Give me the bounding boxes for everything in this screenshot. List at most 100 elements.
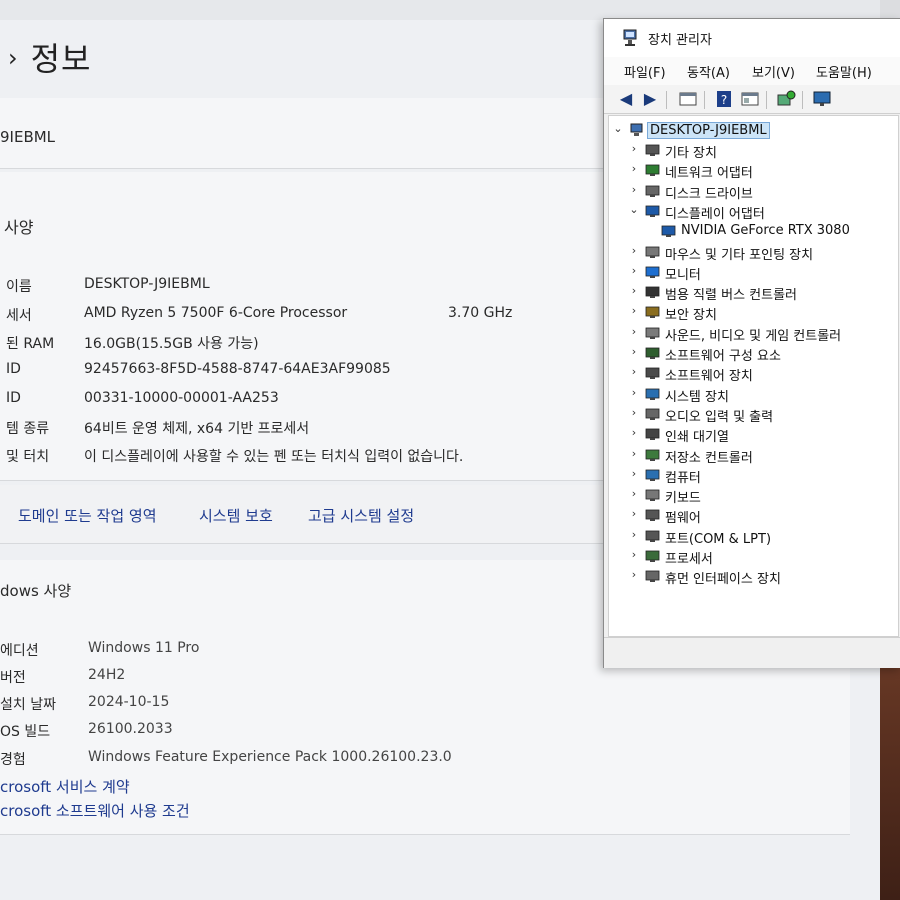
device-manager-icon — [623, 29, 637, 46]
spec-value: AMD Ryzen 5 7500F 6-Core Processor — [84, 305, 348, 321]
device-manager-titlebar[interactable]: 장치 관리자 — [604, 19, 900, 57]
help-icon[interactable]: ? — [714, 89, 734, 109]
tree-category-item[interactable]: › 펌웨어 — [609, 505, 898, 526]
windows-spec-value: 26100.2033 — [88, 721, 173, 737]
chevron-right-icon[interactable]: › — [629, 244, 639, 257]
device-tree[interactable]: ⌄ DESKTOP-J9IEBML › 기타 장치 › 네트워크 어댑터 › 디스크 드라… — [608, 115, 899, 637]
tree-item-label: 네트워크 어댑터 — [665, 166, 753, 182]
chevron-right-icon[interactable]: › — [629, 467, 639, 480]
chevron-right-icon[interactable]: › — [629, 325, 639, 338]
tree-category-item[interactable]: › 인쇄 대기열 — [609, 424, 898, 446]
tree-category-item[interactable]: › 저장소 컨트롤러 — [609, 445, 898, 466]
chevron-right-icon[interactable]: › — [629, 507, 639, 520]
mouse-icon — [645, 246, 660, 258]
scan-hardware-icon[interactable] — [776, 89, 796, 109]
chevron-down-icon[interactable]: ⌄ — [613, 122, 623, 135]
tree-category-item[interactable]: › 네트워크 어댑터 — [609, 160, 898, 182]
tree-category-item[interactable]: › 디스크 드라이브 — [609, 181, 898, 202]
tree-category-item[interactable]: › 컴퓨터 — [609, 465, 898, 486]
system-protection-link[interactable]: 시스템 보호 — [199, 505, 273, 526]
tree-category-item[interactable]: › 프로세서 — [609, 546, 898, 567]
monitor-device-icon[interactable] — [812, 89, 832, 109]
tree-category-item[interactable]: › 사운드, 비디오 및 게임 컨트롤러 — [609, 323, 898, 344]
page-title: › 정보 — [8, 34, 92, 80]
toolbar: ◀ ▶ ? — [604, 85, 900, 114]
properties-pane-icon[interactable] — [678, 89, 698, 109]
tree-item-label: 마우스 및 기타 포인팅 장치 — [665, 247, 814, 263]
chevron-right-icon[interactable]: › — [629, 568, 639, 581]
tree-category-item[interactable]: › 보안 장치 — [609, 302, 898, 323]
chevron-right-icon[interactable]: › — [629, 304, 639, 317]
firmware-icon — [645, 509, 660, 522]
chevron-right-icon[interactable]: › — [629, 426, 639, 439]
tree-item-label: 디스크 드라이브 — [665, 186, 753, 202]
toolbar-separator — [704, 91, 705, 109]
chevron-right-icon[interactable]: › — [629, 386, 639, 399]
device-name: 9IEBML — [0, 128, 56, 146]
view-pane-icon[interactable] — [740, 89, 760, 109]
menu-action[interactable]: 동작(A) — [687, 62, 730, 81]
domain-workgroup-link[interactable]: 도메인 또는 작업 영역 — [18, 505, 157, 526]
tree-device-item[interactable]: NVIDIA GeForce RTX 3080 — [609, 221, 898, 241]
tree-item-label: 인쇄 대기열 — [665, 430, 729, 446]
chevron-right-icon[interactable]: › — [629, 183, 639, 196]
tree-category-item[interactable]: › 시스템 장치 — [609, 384, 898, 405]
menu-view[interactable]: 보기(V) — [752, 62, 795, 81]
forward-arrow-icon[interactable]: ▶ — [640, 89, 660, 109]
tree-category-item[interactable]: › 휴먼 인터페이스 장치 — [609, 566, 898, 587]
chevron-right-icon[interactable]: › — [629, 447, 639, 460]
tree-category-item[interactable]: › 소프트웨어 구성 요소 — [609, 343, 898, 364]
software-component-icon — [645, 347, 660, 359]
keyboard-icon — [645, 489, 660, 502]
disk-drive-icon — [645, 185, 660, 197]
chevron-right-icon[interactable]: › — [629, 487, 639, 500]
ms-license-terms-link[interactable]: crosoft 소프트웨어 사용 조건 — [0, 800, 190, 821]
tree-item-label: 오디오 입력 및 출력 — [665, 409, 774, 425]
page-title-text: 정보 — [30, 40, 92, 78]
status-bar — [604, 637, 900, 668]
chevron-right-icon[interactable]: › — [629, 345, 639, 358]
spec-value: 16.0GB(15.5GB 사용 가능) — [84, 336, 259, 352]
tree-category-item[interactable]: › 소프트웨어 장치 — [609, 363, 898, 385]
software-device-icon — [645, 367, 660, 380]
windows-spec-row: 버전 24H2 — [0, 667, 850, 691]
menu-help[interactable]: 도움말(H) — [816, 62, 872, 81]
chevron-right-icon[interactable]: › — [629, 162, 639, 175]
device-manager-window[interactable]: 장치 관리자 파일(F) 동작(A) 보기(V) 도움말(H) ◀ ▶ ? ⌄ … — [603, 18, 900, 668]
chevron-right-icon[interactable]: › — [629, 284, 639, 297]
chevron-down-icon[interactable]: ⌄ — [629, 203, 639, 216]
windows-spec-row: 설치 날짜 2024-10-15 — [0, 694, 850, 718]
menu-file[interactable]: 파일(F) — [624, 62, 666, 81]
tree-category-item[interactable]: ⌄ 디스플레이 어댑터 — [609, 201, 898, 222]
advanced-system-settings-link[interactable]: 고급 시스템 설정 — [308, 505, 414, 526]
chevron-right-icon[interactable]: › — [629, 264, 639, 277]
tree-item-label: 시스템 장치 — [665, 389, 729, 405]
ms-service-agreement-link[interactable]: crosoft 서비스 계약 — [0, 776, 130, 797]
tree-item-label: NVIDIA GeForce RTX 3080 — [681, 223, 850, 239]
port-icon — [645, 530, 660, 542]
tree-category-item[interactable]: › 범용 직렬 버스 컨트롤러 — [609, 282, 898, 304]
tree-category-item[interactable]: › 모니터 — [609, 262, 898, 283]
tree-category-item[interactable]: › 마우스 및 기타 포인팅 장치 — [609, 242, 898, 263]
tree-item-label: 소프트웨어 장치 — [665, 369, 753, 385]
tree-category-item[interactable]: › 기타 장치 — [609, 140, 898, 161]
spec-label: 세서 — [6, 308, 32, 324]
windows-spec-value: 24H2 — [88, 667, 126, 683]
tree-root[interactable]: ⌄ DESKTOP-J9IEBML — [609, 120, 898, 140]
tree-category-item[interactable]: › 포트(COM & LPT) — [609, 526, 898, 547]
back-arrow-icon[interactable]: ◀ — [616, 89, 636, 109]
spec-value: 92457663-8F5D-4588-8747-64AE3AF99085 — [84, 361, 391, 377]
monitor-icon — [645, 266, 660, 278]
tree-category-item[interactable]: › 오디오 입력 및 출력 — [609, 404, 898, 425]
security-icon — [645, 306, 660, 319]
chevron-right-icon[interactable]: › — [629, 406, 639, 419]
chevron-right-icon[interactable]: › — [629, 548, 639, 561]
spec-label: 된 RAM — [6, 336, 55, 352]
chevron-right-icon[interactable]: › — [629, 142, 639, 155]
tree-category-item[interactable]: › 키보드 — [609, 485, 898, 506]
chevron-right-icon[interactable]: › — [629, 365, 639, 378]
chevron-right-icon[interactable]: › — [629, 528, 639, 541]
tree-item-label: 범용 직렬 버스 컨트롤러 — [665, 288, 797, 304]
sound-icon — [645, 327, 660, 339]
tree-item-label: 기타 장치 — [665, 146, 717, 161]
